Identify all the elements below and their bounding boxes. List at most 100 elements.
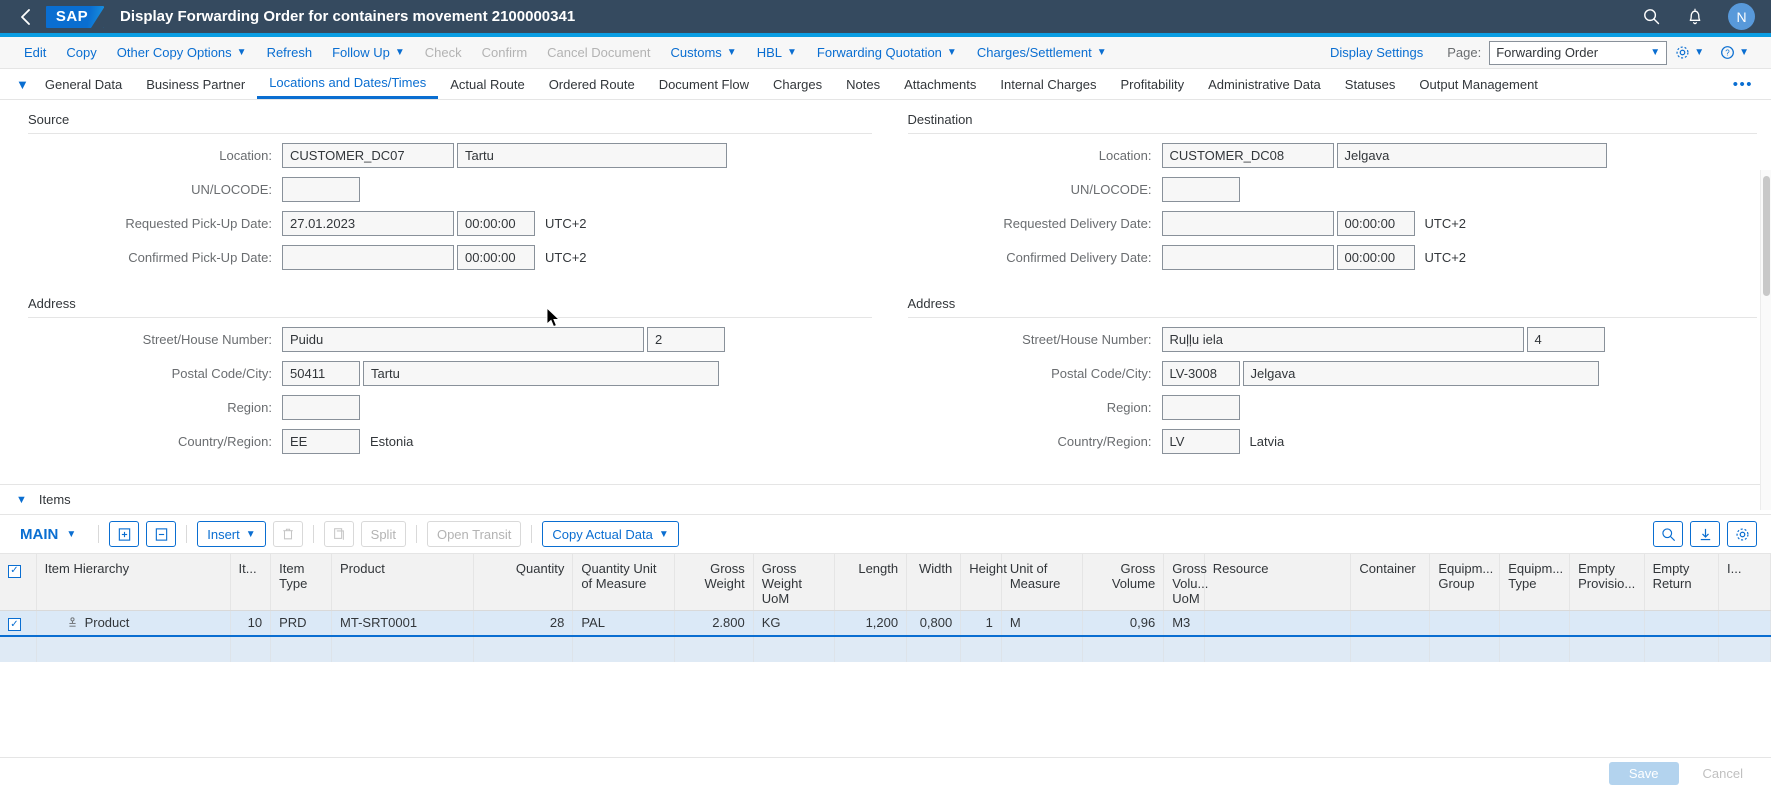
- source-city-input[interactable]: Tartu: [363, 360, 719, 386]
- destination-location-code-input[interactable]: CUSTOMER_DC08: [1161, 142, 1334, 168]
- destination-street-input[interactable]: Ruļļu iela: [1161, 326, 1524, 352]
- destination-confirmed-delivery-date-input[interactable]: [1161, 244, 1334, 270]
- source-confirmed-pickup-date-input[interactable]: [282, 244, 454, 270]
- destination-confirmed-delivery-timezone: UTC+2: [1424, 249, 1467, 265]
- toolbar-item-other-copy-options[interactable]: Other Copy Options ▼: [107, 40, 257, 66]
- tab-actual-route[interactable]: Actual Route: [438, 69, 536, 99]
- scrollbar-thumb[interactable]: [1763, 176, 1770, 296]
- page-select[interactable]: Forwarding Order ▼: [1489, 40, 1668, 65]
- tab-locations-and-dates-times[interactable]: Locations and Dates/Times: [257, 69, 439, 99]
- remove-row-button[interactable]: [146, 521, 177, 547]
- settings-button[interactable]: ▼: [1667, 40, 1712, 66]
- table-search-button[interactable]: [1653, 521, 1683, 547]
- toolbar-item-refresh[interactable]: Refresh: [257, 40, 323, 66]
- source-confirmed-pickup-time-input[interactable]: 00:00:00: [457, 244, 535, 270]
- table-export-button[interactable]: [1690, 521, 1720, 547]
- column-header[interactable]: Length: [834, 554, 908, 611]
- column-header[interactable]: Product: [331, 554, 475, 611]
- source-location-code-input[interactable]: CUSTOMER_DC07: [282, 142, 454, 168]
- toolbar-item-forwarding-quotation[interactable]: Forwarding Quotation ▼: [807, 40, 967, 66]
- toolbar-item-edit[interactable]: Edit: [14, 40, 56, 66]
- destination-country-code-input[interactable]: LV: [1161, 428, 1240, 454]
- select-all-checkbox[interactable]: ✓: [8, 564, 21, 578]
- table-row[interactable]: ✓ Product 10 PRD MT-SRT0001 28 PAL 2.800 KG 1,200…: [0, 610, 1771, 636]
- chevron-down-icon: ▼: [245, 528, 256, 540]
- column-header[interactable]: Gross Volume: [1082, 554, 1165, 611]
- tab-general-data[interactable]: General Data: [33, 69, 134, 99]
- column-header[interactable]: Item Hierarchy: [36, 554, 231, 611]
- display-settings-button[interactable]: Display Settings: [1320, 40, 1433, 66]
- column-header[interactable]: Equipm... Type: [1499, 554, 1571, 611]
- column-header[interactable]: It...: [230, 554, 272, 611]
- column-header[interactable]: Gross Weight: [674, 554, 754, 611]
- destination-location-name-input[interactable]: Jelgava: [1336, 142, 1607, 168]
- source-requested-pickup-date-input[interactable]: 27.01.2023: [282, 210, 454, 236]
- column-header[interactable]: Equipm... Group: [1429, 554, 1501, 611]
- insert-row-button[interactable]: [109, 521, 140, 547]
- tab-attachments[interactable]: Attachments: [892, 69, 988, 99]
- column-header[interactable]: Width: [906, 554, 962, 611]
- destination-requested-delivery-date-input[interactable]: [1161, 210, 1334, 236]
- destination-unlocode-input[interactable]: [1161, 176, 1240, 202]
- column-header[interactable]: Gross Weight UoM: [753, 554, 835, 611]
- toolbar-item-follow-up[interactable]: Follow Up ▼: [322, 40, 415, 66]
- column-header[interactable]: Gross Volu... UoM: [1163, 554, 1208, 611]
- source-postal-code-input[interactable]: 50411: [282, 360, 360, 386]
- source-location-name-input[interactable]: Tartu: [457, 142, 727, 168]
- column-header[interactable]: Item Type: [270, 554, 333, 611]
- toolbar-item-customs[interactable]: Customs ▼: [661, 40, 747, 66]
- variant-selector[interactable]: MAIN ▼: [14, 526, 82, 543]
- destination-region-input[interactable]: [1161, 394, 1240, 420]
- destination-requested-delivery-time-input[interactable]: 00:00:00: [1336, 210, 1415, 236]
- source-requested-pickup-time-input[interactable]: 00:00:00: [457, 210, 535, 236]
- tab-administrative-data[interactable]: Administrative Data: [1196, 69, 1333, 99]
- notification-bell-icon[interactable]: [1684, 6, 1706, 28]
- tab-output-management[interactable]: Output Management: [1407, 69, 1550, 99]
- search-icon[interactable]: [1640, 6, 1662, 28]
- column-header[interactable]: Quantity Unit of Measure: [572, 554, 675, 611]
- column-header[interactable]: Container: [1350, 554, 1431, 611]
- column-header[interactable]: Resource: [1204, 554, 1352, 611]
- toolbar-item-hbl[interactable]: HBL ▼: [747, 40, 807, 66]
- hierarchy-cell: Product: [45, 615, 129, 630]
- chevron-down-icon[interactable]: ▼: [16, 494, 27, 506]
- tab-statuses[interactable]: Statuses: [1333, 69, 1408, 99]
- column-header[interactable]: I...: [1718, 554, 1771, 611]
- avatar[interactable]: N: [1728, 3, 1755, 30]
- destination-postal-code-input[interactable]: LV-3008: [1161, 360, 1240, 386]
- column-header[interactable]: Quantity: [473, 554, 574, 611]
- source-street-input[interactable]: Puidu: [282, 326, 644, 352]
- table-settings-button[interactable]: [1727, 521, 1757, 547]
- form-scrollbar[interactable]: [1760, 170, 1771, 510]
- insert-button[interactable]: Insert ▼: [197, 521, 266, 547]
- tabs-expand-icon[interactable]: ▼: [8, 69, 33, 99]
- tab-notes[interactable]: Notes: [834, 69, 892, 99]
- destination-city-input[interactable]: Jelgava: [1242, 360, 1599, 386]
- column-header[interactable]: Empty Provisio...: [1569, 554, 1645, 611]
- toolbar-item-charges-settlement[interactable]: Charges/Settlement ▼: [967, 40, 1117, 66]
- help-button[interactable]: ? ▼: [1712, 40, 1757, 66]
- column-header[interactable]: Unit of Measure: [1001, 554, 1084, 611]
- copy-actual-data-button[interactable]: Copy Actual Data ▼: [542, 521, 679, 547]
- tab-profitability[interactable]: Profitability: [1109, 69, 1197, 99]
- tabs-overflow-button[interactable]: •••: [1723, 76, 1763, 93]
- toolbar-item-copy[interactable]: Copy: [56, 40, 106, 66]
- tab-ordered-route[interactable]: Ordered Route: [537, 69, 647, 99]
- destination-confirmed-delivery-row: Confirmed Delivery Date: 00:00:00 UTC+2: [886, 244, 1771, 270]
- tab-internal-charges[interactable]: Internal Charges: [988, 69, 1108, 99]
- column-header[interactable]: Empty Return: [1644, 554, 1719, 611]
- source-house-number-input[interactable]: 2: [647, 326, 725, 352]
- column-header[interactable]: Height: [960, 554, 1007, 611]
- destination-house-number-input[interactable]: 4: [1526, 326, 1605, 352]
- source-unlocode-input[interactable]: [282, 176, 360, 202]
- tab-business-partner[interactable]: Business Partner: [134, 69, 257, 99]
- sap-logo[interactable]: SAP: [46, 5, 104, 28]
- tab-charges[interactable]: Charges: [761, 69, 834, 99]
- source-country-code-input[interactable]: EE: [282, 428, 360, 454]
- source-region-input[interactable]: [282, 394, 360, 420]
- tab-document-flow[interactable]: Document Flow: [647, 69, 761, 99]
- back-button[interactable]: [12, 4, 38, 30]
- destination-confirmed-delivery-time-input[interactable]: 00:00:00: [1336, 244, 1415, 270]
- download-icon: [1700, 528, 1710, 540]
- row-checkbox[interactable]: ✓: [8, 618, 21, 631]
